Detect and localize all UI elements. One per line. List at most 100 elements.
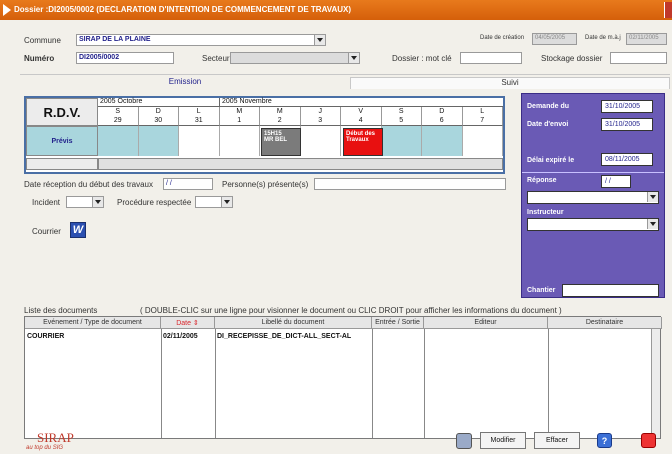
envoi-label: Date d'envoi [527,121,569,128]
day-slot[interactable] [300,126,341,156]
effacer-button[interactable]: Effacer [534,432,580,449]
instructeur-select[interactable] [527,218,659,231]
reponse-select[interactable] [527,191,659,204]
day-slot[interactable] [381,126,422,156]
modifier-button[interactable]: Modifier [480,432,526,449]
tab-suivi[interactable]: Suivi [350,77,670,89]
day-slot[interactable] [462,126,503,156]
reponse-input[interactable]: / / [601,175,631,188]
day-slot[interactable] [98,126,139,156]
month-october: 2005 Octobre [98,98,220,107]
incident-select[interactable] [66,196,104,208]
col-header-editeur[interactable]: Editeur [424,317,548,329]
rdv-title: R.D.V. [26,98,98,126]
stockage-input[interactable] [610,52,667,64]
col-header-type[interactable]: Evénement / Type de document [25,317,161,329]
incident-label: Incident [32,198,61,207]
day-header: S5 [381,107,422,126]
date-reception-label: Date réception du début des travaux [24,180,153,189]
day-header: V4 [341,107,382,126]
month-november: 2005 Novembre [220,98,503,107]
col-header-destinataire[interactable]: Destinataire [548,317,662,329]
col-divider [372,329,373,438]
title-bar: Dossier :DI2005/0002 (DECLARATION D'INTE… [0,0,672,20]
demande-input[interactable]: 31/10/2005 [601,100,653,113]
envoi-input[interactable]: 31/10/2005 [601,118,653,131]
panel-divider [522,172,664,173]
tab-emission[interactable]: Emission [20,77,350,89]
help-icon[interactable]: ? [597,433,612,448]
table-vscroll[interactable] [651,329,660,438]
rdv-hscroll[interactable] [98,158,503,170]
app-arrow-icon [3,4,11,16]
commune-select[interactable]: SIRAP DE LA PLAINE [76,34,326,46]
reponse-label: Réponse [527,177,557,184]
event-debut-travaux[interactable]: Début des Travaux [343,128,383,156]
search-icon[interactable] [456,433,472,449]
day-header: J3 [300,107,341,126]
day-slot[interactable] [422,126,463,156]
col-header-es[interactable]: Entrée / Sortie [372,317,424,329]
event-rdv[interactable]: 15H15 MR BEL [261,128,301,156]
chevron-down-icon [92,197,103,207]
day-slot[interactable] [179,126,220,156]
personnes-input[interactable] [314,178,506,190]
chevron-down-icon [314,35,325,45]
window-title: Dossier :DI2005/0002 (DECLARATION D'INTE… [14,5,352,14]
secteur-select[interactable] [230,52,360,64]
procedure-label: Procédure respectée [117,198,192,207]
sirap-tagline: au top du SIG [26,445,64,451]
close-button[interactable] [664,2,672,18]
rdv-calendar: R.D.V. Prévis 2005 Octobre 2005 Novembre… [24,96,505,174]
date-creation-field: 04/05/2005 [532,33,577,45]
col-header-date[interactable]: Date ⇕ [161,317,215,329]
row-type[interactable]: COURRIER [27,333,64,340]
day-slot[interactable] [138,126,179,156]
date-maj-field: 02/11/2005 [626,33,667,45]
day-header: L 31 [179,107,220,126]
chevron-down-icon [221,197,232,207]
chevron-down-icon [348,53,359,63]
col-divider [424,329,425,438]
col-header-libelle[interactable]: Libellé du document [215,317,372,329]
row-date[interactable]: 02/11/2005 [163,333,198,340]
chantier-label: Chantier [527,287,556,294]
instructeur-label: Instructeur [527,209,564,216]
day-header: M1 [219,107,260,126]
commune-label: Commune [24,36,61,45]
day-header: D6 [422,107,463,126]
stockage-label: Stockage dossier [541,54,603,63]
day-header: S 29 [98,107,139,126]
courrier-label: Courrier [32,227,61,236]
chantier-input[interactable] [562,284,659,297]
day-header: D 30 [138,107,179,126]
sirap-logo: SIRAP [37,430,74,445]
power-icon[interactable] [641,433,656,448]
docs-hint: ( DOUBLE-CLIC sur une ligne pour visionn… [140,306,562,315]
dossier-motcle-label: Dossier : mot clé [392,54,452,63]
word-icon[interactable]: W [70,222,86,238]
rdv-hscroll-left[interactable] [26,158,98,170]
tab-divider [20,74,670,75]
chevron-down-icon [647,192,658,202]
col-divider [548,329,549,438]
col-divider [215,329,216,438]
delai-input[interactable]: 08/11/2005 [601,153,653,166]
documents-table: Evénement / Type de document Date ⇕ Libe… [24,316,662,439]
date-reception-input[interactable]: / / [163,178,213,190]
procedure-select[interactable] [195,196,233,208]
suivi-panel: Demande du 31/10/2005 Date d'envoi 31/10… [521,93,665,298]
day-header: M2 [260,107,301,126]
date-creation-label: Date de création [480,35,525,41]
numero-label: Numéro [24,54,55,63]
row-libelle[interactable]: DI_RECEPISSE_DE_DICT-ALL_SECT-AL [217,333,351,340]
col-divider [161,329,162,438]
demande-label: Demande du [527,103,570,110]
day-slot[interactable] [219,126,260,156]
numero-field[interactable]: DI2005/0002 [76,52,174,64]
personnes-label: Personne(s) présente(s) [222,180,309,189]
dossier-motcle-input[interactable] [460,52,522,64]
docs-list-label: Liste des documents [24,306,98,315]
secteur-label: Secteur [202,54,230,63]
chevron-down-icon [647,219,658,229]
